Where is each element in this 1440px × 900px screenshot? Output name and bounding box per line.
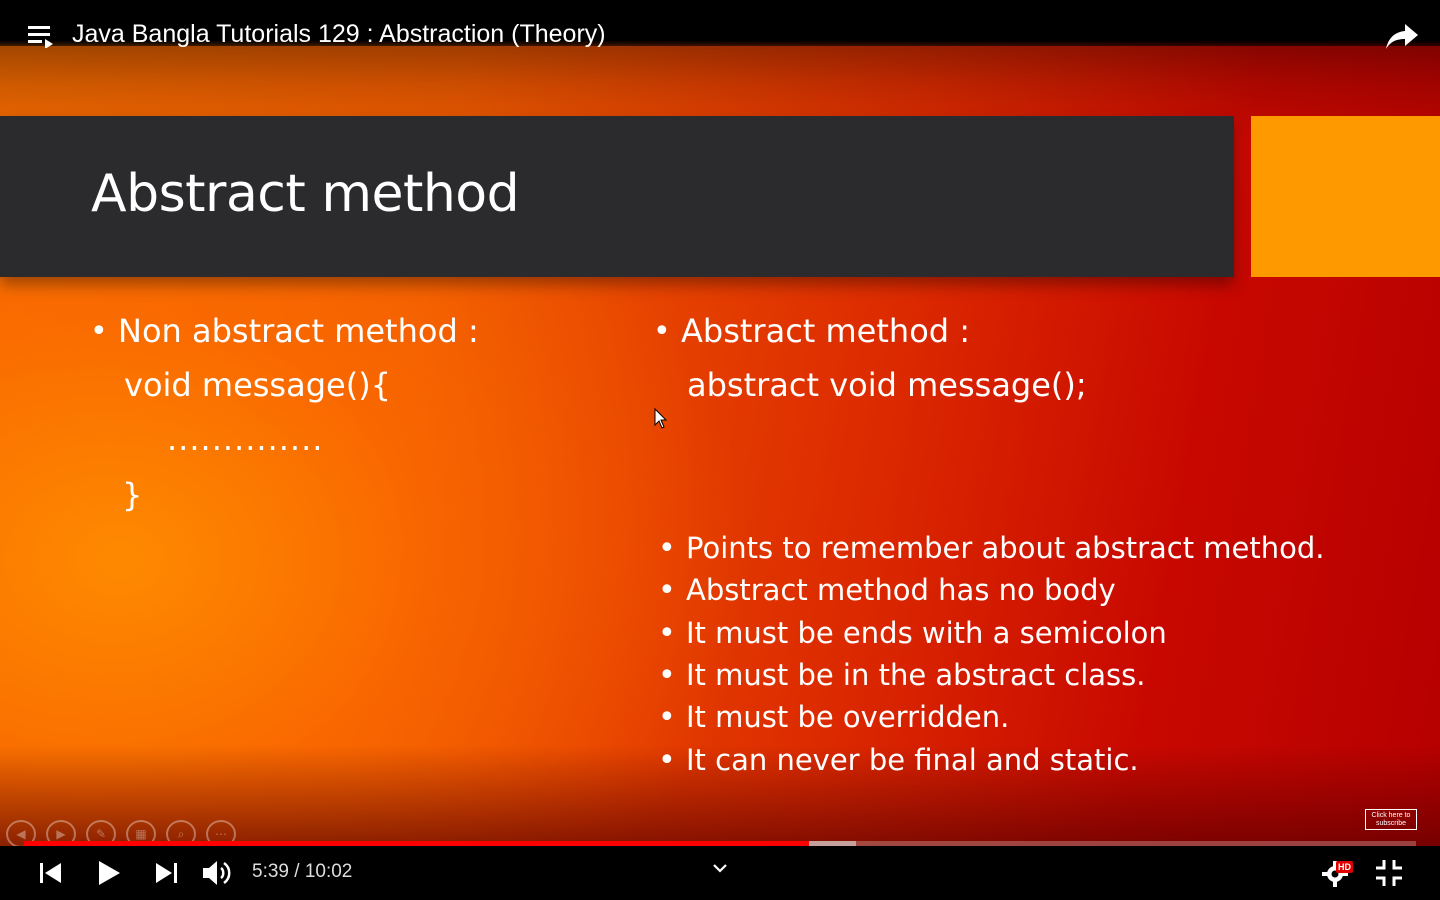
bullet-icon: • bbox=[90, 314, 108, 349]
playlist-icon[interactable] bbox=[28, 26, 54, 48]
right-code-line-1: abstract void message(); bbox=[687, 366, 1087, 404]
play-icon[interactable] bbox=[97, 861, 121, 885]
point-item: Points to remember about abstract method… bbox=[686, 531, 1325, 565]
point-item: It must be in the abstract class. bbox=[686, 658, 1146, 692]
bullet-icon: • bbox=[658, 573, 676, 608]
bullet-icon: • bbox=[658, 658, 676, 693]
skip-next-icon[interactable] bbox=[155, 863, 177, 883]
subscribe-watermark[interactable]: Click here to subscribe bbox=[1365, 809, 1417, 830]
bullet-icon: • bbox=[658, 531, 676, 566]
right-heading: Abstract method : bbox=[681, 312, 971, 350]
video-title[interactable]: Java Bangla Tutorials 129 : Abstraction … bbox=[72, 20, 606, 49]
left-code-line-1: void message(){ bbox=[124, 366, 392, 404]
player-top-bar: Java Bangla Tutorials 129 : Abstraction … bbox=[0, 0, 1440, 49]
chevron-down-icon[interactable] bbox=[713, 864, 727, 874]
left-heading: Non abstract method : bbox=[118, 312, 479, 350]
time-display: 5:39 / 10:02 bbox=[252, 861, 353, 882]
slide-accent-block bbox=[1251, 116, 1440, 277]
point-item: It must be ends with a semicolon bbox=[686, 616, 1167, 650]
volume-icon[interactable] bbox=[203, 859, 233, 887]
bullet-icon: • bbox=[653, 314, 671, 349]
video-player[interactable]: Abstract method • Non abstract method : … bbox=[0, 0, 1440, 900]
share-icon[interactable] bbox=[1385, 22, 1419, 50]
slide-title: Abstract method bbox=[91, 164, 520, 224]
point-item: Abstract method has no body bbox=[686, 573, 1116, 607]
bullet-icon: • bbox=[658, 743, 676, 778]
bullet-icon: • bbox=[658, 700, 676, 735]
point-item: It can never be final and static. bbox=[686, 743, 1139, 777]
left-code-line-3: } bbox=[122, 476, 143, 514]
skip-previous-icon[interactable] bbox=[40, 863, 62, 883]
bullet-icon: • bbox=[658, 616, 676, 651]
mouse-cursor-icon bbox=[654, 408, 668, 429]
hd-badge: HD bbox=[1336, 861, 1353, 873]
exit-fullscreen-icon[interactable] bbox=[1376, 860, 1402, 886]
left-code-line-2: .............. bbox=[167, 420, 324, 458]
point-item: It must be overridden. bbox=[686, 700, 1010, 734]
player-controls: 5:39 / 10:02 HD bbox=[0, 846, 1440, 900]
